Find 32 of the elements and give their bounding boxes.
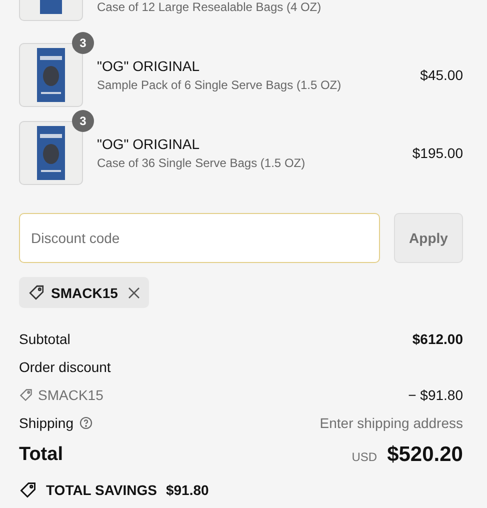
quantity-badge: 3 <box>72 110 94 132</box>
currency-label: USD <box>352 450 378 464</box>
total-value: $520.20 <box>387 443 463 467</box>
savings-label: TOTAL SAVINGS <box>46 482 157 498</box>
discount-code-label: SMACK15 <box>38 387 104 403</box>
product-title: "OG" ORIGINAL <box>97 58 201 74</box>
product-bag-icon <box>37 126 65 180</box>
product-price: $195.00 <box>412 145 463 161</box>
product-image <box>19 0 83 21</box>
summary-label: Order discount <box>19 359 111 375</box>
product-price: $45.00 <box>420 67 463 83</box>
help-icon[interactable] <box>78 416 92 430</box>
product-variant: Case of 36 Single Serve Bags (1.5 OZ) <box>97 156 306 170</box>
close-button[interactable] <box>128 286 140 298</box>
tag-icon <box>28 284 45 301</box>
discount-amount: − $91.80 <box>408 387 463 403</box>
summary-label: Subtotal <box>19 331 70 347</box>
product-variant: Sample Pack of 6 Single Serve Bags (1.5 OZ) <box>97 78 342 92</box>
tag-icon <box>19 388 33 402</box>
product-title: "OG" ORIGINAL <box>97 136 201 152</box>
discount-code-field[interactable]: Discount code <box>19 213 380 263</box>
product-variant: Case of 12 Large Resealable Bags (4 OZ) <box>97 0 322 14</box>
quantity-badge: 3 <box>72 32 94 54</box>
shipping-value: Enter shipping address <box>320 415 463 431</box>
total-label: Total <box>19 444 63 466</box>
apply-button[interactable]: Apply <box>394 213 463 263</box>
summary-label: Shipping <box>19 415 74 431</box>
summary-value: $612.00 <box>412 331 463 347</box>
savings-tag-icon <box>19 481 37 499</box>
savings-value: $91.80 <box>166 482 209 498</box>
code-label: SMACK15 <box>51 284 118 300</box>
product-bag-icon <box>37 48 65 102</box>
